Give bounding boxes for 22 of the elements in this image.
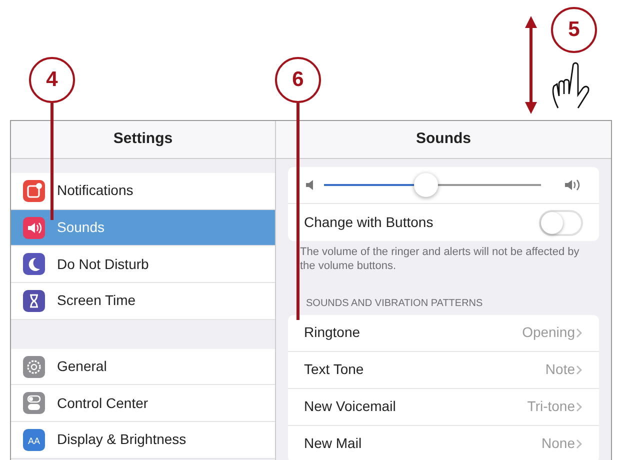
hand-icon (552, 62, 590, 108)
footer-note: The volume of the ringer and alerts will not be affected by the volume buttons. (299, 245, 580, 274)
callout-number: 6 (275, 57, 321, 103)
detail-title: Sounds (276, 121, 611, 159)
slider-thumb[interactable] (414, 173, 438, 197)
sidebar-item[interactable]: Control Center (11, 385, 275, 422)
text-size-icon: AA (23, 428, 45, 451)
row-label: New Mail (304, 434, 362, 454)
toggle-label: Change with Buttons (304, 213, 434, 232)
row-label: New Voicemail (304, 397, 396, 416)
volume-low-icon (304, 177, 314, 193)
sidebar-title: Settings (11, 121, 275, 159)
toggle-switch[interactable] (539, 210, 583, 236)
row-label: Text Tone (304, 360, 364, 380)
section-header: SOUNDS AND VIBRATION PATTERNS (305, 296, 484, 311)
sidebar-item[interactable]: Screen Time (11, 283, 275, 320)
callout-number: 4 (29, 57, 75, 103)
sidebar-item[interactable]: Do Not Disturb (11, 246, 275, 284)
sidebar-item[interactable]: General (11, 348, 275, 386)
row-label: Ringtone (304, 323, 360, 342)
sidebar-item[interactable]: AA Display & Brightness (11, 422, 275, 459)
callout-number: 5 (551, 7, 597, 53)
